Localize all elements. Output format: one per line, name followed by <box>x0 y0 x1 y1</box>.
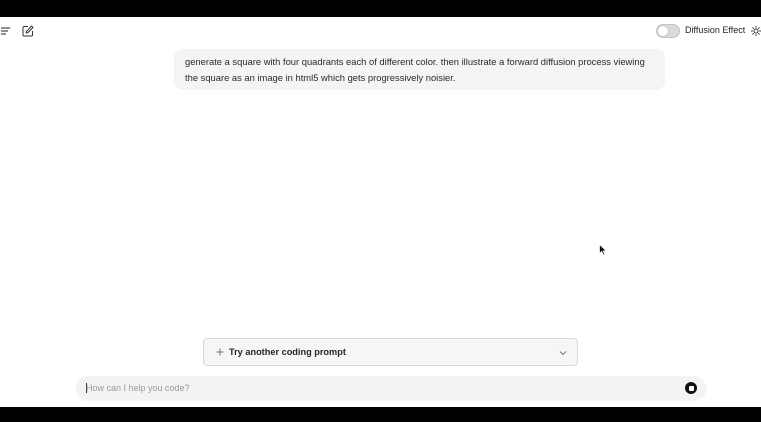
user-message-bubble: generate a square with four quadrants ea… <box>174 49 665 90</box>
bottom-black-bar <box>0 407 761 422</box>
edit-icon[interactable] <box>22 25 34 37</box>
diffusion-effect-toggle[interactable] <box>656 24 680 38</box>
top-black-bar <box>0 0 761 17</box>
mouse-cursor-icon <box>599 244 607 256</box>
toggle-label: Diffusion Effect <box>685 25 746 35</box>
header: Diffusion Effect <box>0 17 761 45</box>
stop-button[interactable] <box>685 382 697 394</box>
chevron-down-icon <box>559 351 567 356</box>
composer <box>76 376 706 400</box>
try-another-prompt-button[interactable]: Try another coding prompt <box>203 338 578 366</box>
stop-icon <box>688 385 694 391</box>
prompt-input[interactable] <box>86 378 666 398</box>
try-prompt-label: Try another coding prompt <box>229 347 346 357</box>
plus-icon <box>216 348 224 356</box>
user-message-text: generate a square with four quadrants ea… <box>185 56 645 83</box>
app-window: Diffusion Effect generate a square with … <box>0 17 761 407</box>
menu-icon[interactable] <box>1 26 11 36</box>
toggle-knob <box>658 26 668 36</box>
sun-icon[interactable] <box>751 26 761 36</box>
